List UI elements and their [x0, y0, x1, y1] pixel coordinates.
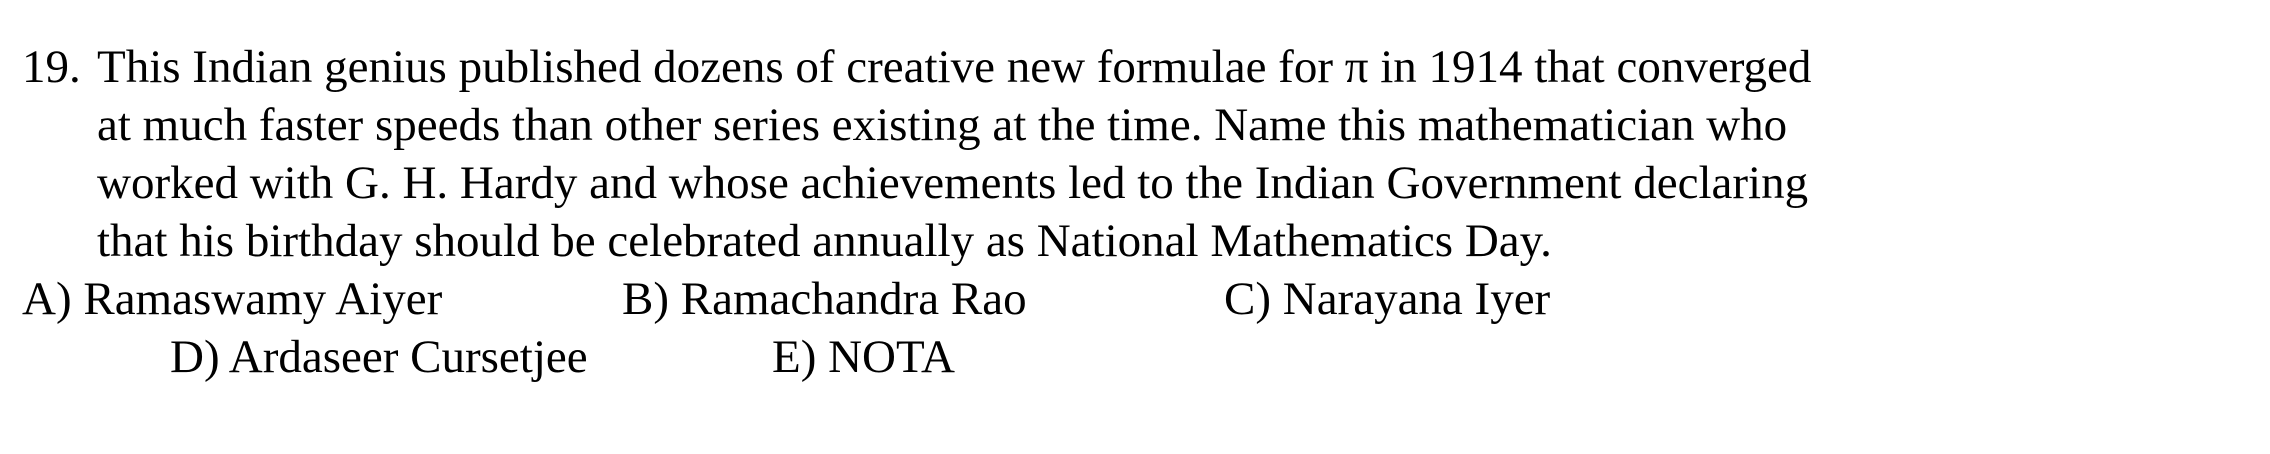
choice-row-1: A) Ramaswamy Aiyer B) Ramachandra Rao C)… — [22, 270, 2022, 328]
question-text-line-1: This Indian genius published dozens of c… — [97, 41, 1812, 93]
question-text-line-3: worked with G. H. Hardy and whose achiev… — [97, 157, 1809, 209]
answer-choices: A) Ramaswamy Aiyer B) Ramachandra Rao C)… — [22, 270, 2022, 386]
question-text-line-4: that his birthday should be celebrated a… — [97, 215, 1552, 267]
choice-e: E) NOTA — [772, 331, 955, 383]
choice-c: C) Narayana Iyer — [1224, 273, 1551, 325]
choice-b: B) Ramachandra Rao — [622, 273, 1027, 325]
question-number: 19. — [22, 41, 81, 93]
choice-row-2: D) Ardaseer Cursetjee E) NOTA — [22, 328, 2022, 386]
question-text-line-2: at much faster speeds than other series … — [97, 99, 1788, 151]
choice-d: D) Ardaseer Cursetjee — [170, 331, 588, 383]
question-block: 19. This Indian genius published dozens o… — [22, 38, 2022, 270]
question-line: 19. This Indian genius published dozens o… — [22, 38, 2022, 96]
choice-a: A) Ramaswamy Aiyer — [22, 273, 443, 325]
